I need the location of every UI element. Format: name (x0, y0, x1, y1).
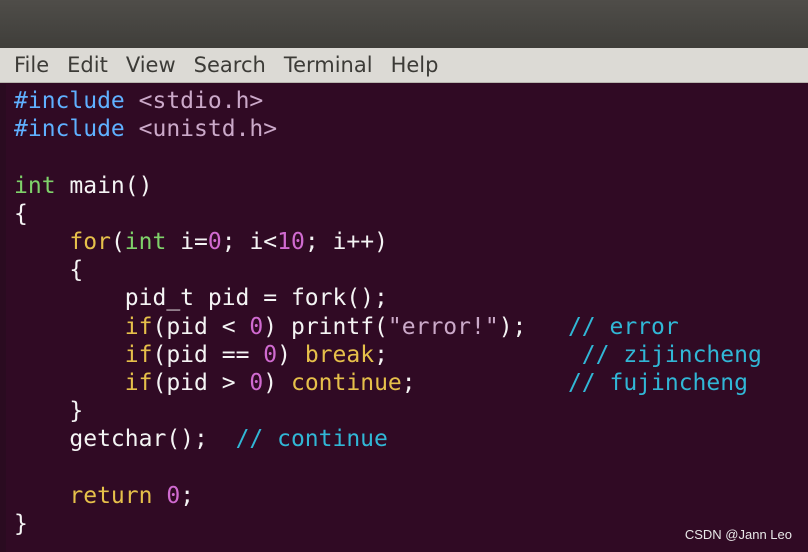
code-token: int (14, 172, 56, 199)
code-token: ) (263, 369, 291, 396)
code-token: ; i++) (304, 228, 388, 255)
code-token: ; i< (221, 228, 278, 255)
menu-search[interactable]: Search (185, 48, 275, 82)
menu-bar: File Edit View Search Terminal Help (0, 48, 808, 83)
code-line: if(pid < 0) printf("error!"); // error (14, 313, 762, 341)
code-token: 0 (249, 313, 264, 340)
code-token: 10 (277, 228, 305, 255)
code-token: ); (498, 313, 568, 340)
menu-edit[interactable]: Edit (58, 48, 117, 82)
menu-terminal[interactable]: Terminal (275, 48, 382, 82)
code-token: pid_t pid = fork(); (14, 285, 388, 312)
code-token: // fujincheng (567, 369, 748, 396)
code-token: // continue (235, 426, 388, 453)
code-token: getchar(); (14, 426, 236, 453)
code-token: 0 (207, 228, 222, 255)
terminal-editor-area[interactable]: #include <stdio.h> #include <unistd.h> in… (0, 84, 808, 552)
code-token: continue (290, 369, 402, 396)
code-line: { (14, 256, 762, 284)
code-token: int (124, 228, 167, 255)
code-token: } (14, 510, 28, 537)
code-token: // zijincheng (581, 341, 762, 368)
code-token: break (304, 341, 375, 368)
code-token: 0 (249, 369, 264, 396)
code-token: 0 (166, 482, 181, 509)
code-token: if (124, 369, 153, 396)
code-token: // error (567, 313, 679, 340)
code-token: ; (401, 369, 568, 396)
code-token: <stdio.h> (138, 88, 264, 114)
code-token: "error!" (387, 313, 499, 340)
code-token: { (14, 257, 84, 284)
code-line: #include <stdio.h> (14, 87, 762, 115)
code-line: } (14, 510, 762, 538)
code-token: i= (166, 228, 208, 255)
code-token: #include (14, 88, 125, 114)
menu-view[interactable]: View (117, 48, 185, 82)
terminal-window: File Edit View Search Terminal Help #inc… (0, 0, 808, 552)
code-token: if (124, 313, 153, 340)
code-token: ; (180, 482, 195, 509)
code-token: ) (277, 341, 305, 368)
code-line: return 0; (14, 482, 762, 510)
code-token: #include (14, 116, 125, 143)
title-bar (0, 0, 808, 48)
code-token: } (14, 398, 84, 425)
code-line: #include <unistd.h> (14, 115, 762, 143)
code-token: if (124, 341, 153, 368)
code-line: getchar(); // continue (14, 425, 762, 453)
code-line: int main() (14, 172, 762, 200)
code-token: ; (374, 341, 582, 368)
code-token: (pid > (152, 369, 250, 396)
code-token: <unistd.h> (138, 116, 278, 143)
watermark: CSDN @Jann Leo (684, 527, 792, 542)
code-token: return (69, 482, 153, 509)
menu-file[interactable]: File (0, 48, 58, 82)
code-token: (pid < (152, 313, 250, 340)
code-line: if(pid == 0) break; // zijincheng (14, 341, 762, 369)
code-token: ( (110, 228, 125, 255)
code-line: } (14, 397, 762, 425)
code-line: pid_t pid = fork(); (14, 284, 762, 312)
menu-help[interactable]: Help (382, 48, 448, 82)
code-line: for(int i=0; i<10; i++) (14, 228, 762, 256)
code-line: if(pid > 0) continue; // fujincheng (14, 369, 762, 397)
code-token: for (69, 228, 111, 255)
code-token: main() (55, 172, 153, 199)
code-token: ) printf( (263, 313, 388, 340)
source-code: #include <stdio.h> #include <unistd.h> in… (14, 87, 762, 538)
code-token: { (14, 200, 28, 227)
code-line: { (14, 200, 762, 228)
code-token: (pid == (152, 341, 264, 368)
code-token: 0 (263, 341, 278, 368)
